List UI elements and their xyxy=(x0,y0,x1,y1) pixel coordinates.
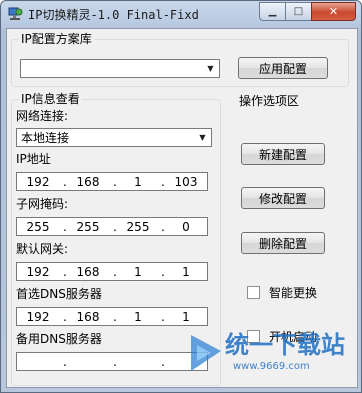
gateway-octet-3: 1 xyxy=(134,265,142,279)
ip-dot: . xyxy=(63,175,67,189)
gateway-octet-1: 192 xyxy=(26,265,50,279)
dns1-octet-3: 1 xyxy=(134,310,142,324)
smart-switch-label: 智能更换 xyxy=(269,286,318,300)
ip-address-label: IP地址 xyxy=(16,152,51,166)
close-button[interactable]: ✕ xyxy=(311,2,356,21)
subnet-mask-field[interactable]: 255 . 255 . 255 . 0 xyxy=(16,217,208,236)
ip-dot: . xyxy=(63,310,67,324)
watermark-name: 统一下载站 xyxy=(225,331,345,359)
gateway-octet-2: 168 xyxy=(76,265,100,279)
ip-dot: . xyxy=(63,220,67,234)
ip-dot: . xyxy=(113,310,117,324)
dns1-octet-1: 192 xyxy=(26,310,50,324)
dns1-octet-2: 168 xyxy=(76,310,100,324)
ip-dot: . xyxy=(161,175,165,189)
ip-dot: . xyxy=(113,220,117,234)
watermark-url: www.9669.com xyxy=(233,361,310,372)
profile-select[interactable]: ▼ xyxy=(20,59,220,78)
preferred-dns-field[interactable]: 192 . 168 . 1 . 1 xyxy=(16,307,208,326)
ip-address-field[interactable]: 192 . 168 . 1 . 103 xyxy=(16,172,208,191)
mask-octet-1: 255 xyxy=(26,220,50,234)
preferred-dns-label: 首选DNS服务器 xyxy=(16,287,102,301)
maximize-button[interactable]: □ xyxy=(285,2,311,21)
ip-dot: . xyxy=(63,265,67,279)
network-connection-label: 网络连接: xyxy=(16,109,69,123)
apply-config-label: 应用配置 xyxy=(258,61,307,76)
dns1-octet-4: 1 xyxy=(182,310,190,324)
ip-dot: . xyxy=(113,265,117,279)
new-config-button[interactable]: 新建配置 xyxy=(241,143,325,165)
smart-switch-checkbox[interactable] xyxy=(247,286,260,299)
delete-config-label: 删除配置 xyxy=(258,236,307,251)
mask-octet-2: 255 xyxy=(76,220,100,234)
gateway-field[interactable]: 192 . 168 . 1 . 1 xyxy=(16,262,208,281)
modify-config-button[interactable]: 修改配置 xyxy=(241,187,325,209)
network-connection-select[interactable]: 本地连接 ▼ xyxy=(16,128,212,147)
alternate-dns-field[interactable]: . . . xyxy=(16,352,208,371)
ip-octet-2: 168 xyxy=(76,175,100,189)
maximize-icon: □ xyxy=(293,6,304,17)
ip-dot: . xyxy=(161,220,165,234)
chevron-down-icon: ▼ xyxy=(207,64,214,73)
title-bar[interactable]: IP切换精灵-1.0 Final-Fixd ▁ □ ✕ xyxy=(1,1,361,27)
ip-dot: . xyxy=(113,355,117,369)
ip-dot: . xyxy=(161,310,165,324)
ip-profile-group-label: IP配置方案库 xyxy=(19,32,94,46)
options-group-label: 操作选项区 xyxy=(237,94,302,108)
minimize-button[interactable]: ▁ xyxy=(259,2,285,21)
window-title: IP切换精灵-1.0 Final-Fixd xyxy=(28,8,199,22)
gateway-octet-4: 1 xyxy=(182,265,190,279)
close-icon: ✕ xyxy=(328,5,339,18)
gateway-label: 默认网关: xyxy=(16,242,69,256)
ip-octet-1: 192 xyxy=(26,175,50,189)
download-site-watermark: 统一下载站 www.9669.com xyxy=(189,329,349,381)
modify-config-label: 修改配置 xyxy=(258,191,307,206)
ip-dot: . xyxy=(161,355,165,369)
alternate-dns-label: 备用DNS服务器 xyxy=(16,332,102,346)
new-config-label: 新建配置 xyxy=(258,147,307,162)
ip-dot: . xyxy=(113,175,117,189)
mask-octet-4: 0 xyxy=(182,220,190,234)
ip-octet-4: 103 xyxy=(174,175,198,189)
app-window: IP切换精灵-1.0 Final-Fixd ▁ □ ✕ IP配置方案库 ▼ 应用… xyxy=(0,0,362,393)
chevron-down-icon: ▼ xyxy=(199,133,206,142)
ip-dot: . xyxy=(63,355,67,369)
mask-octet-3: 255 xyxy=(126,220,150,234)
ip-octet-3: 1 xyxy=(134,175,142,189)
apply-config-button[interactable]: 应用配置 xyxy=(238,57,328,79)
delete-config-button[interactable]: 删除配置 xyxy=(241,232,325,254)
minimize-icon: ▁ xyxy=(268,6,277,17)
network-app-icon xyxy=(8,7,23,20)
network-connection-value: 本地连接 xyxy=(21,131,70,145)
ip-info-group-label: IP信息查看 xyxy=(19,92,82,106)
subnet-mask-label: 子网掩码: xyxy=(16,197,69,211)
watermark-logo-icon xyxy=(191,335,221,371)
caption-buttons: ▁ □ ✕ xyxy=(259,2,356,21)
client-area: IP配置方案库 ▼ 应用配置 IP信息查看 网络连接: 本地连接 ▼ IP地址 … xyxy=(6,28,358,388)
ip-dot: . xyxy=(161,265,165,279)
ip-profile-group: IP配置方案库 ▼ 应用配置 xyxy=(11,32,349,87)
